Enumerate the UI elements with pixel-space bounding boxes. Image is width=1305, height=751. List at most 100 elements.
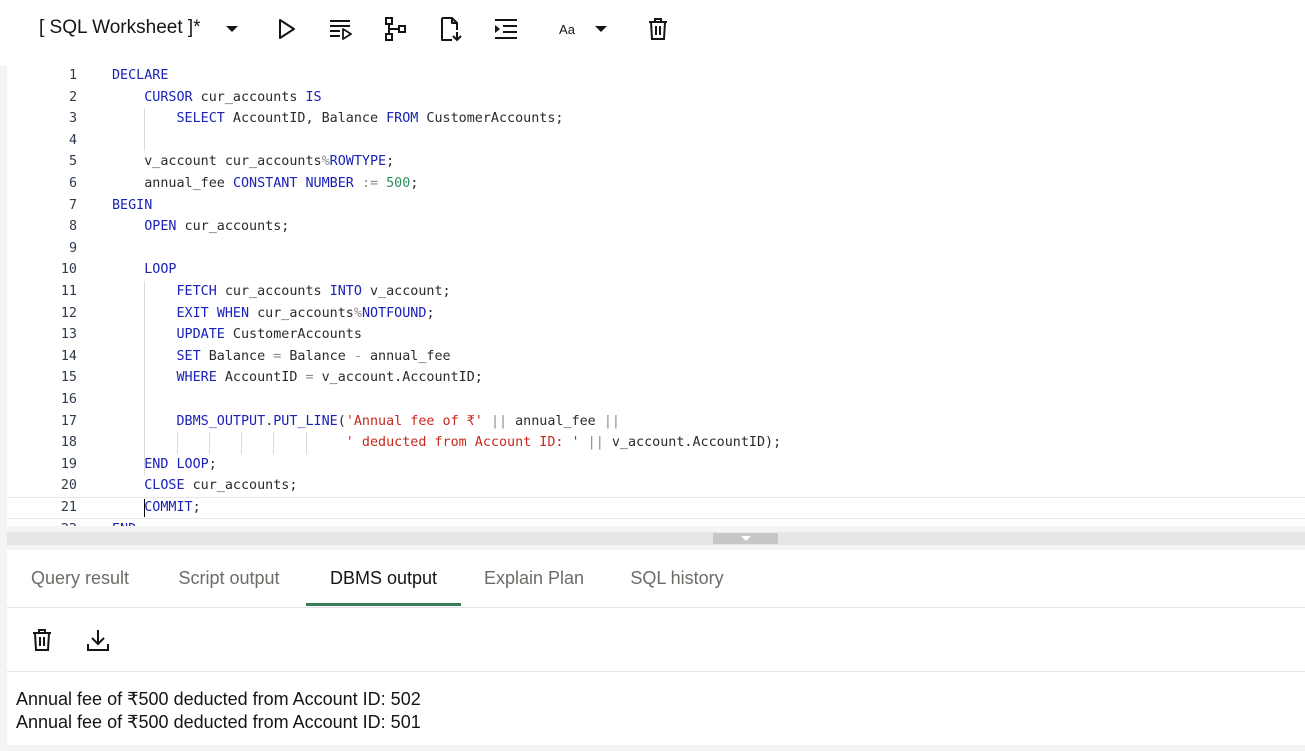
code-line[interactable]: 1 DECLARE [7,66,1305,87]
code-text: SET Balance = Balance - annual_fee [176,348,451,364]
code-text: WHERE AccountID = v_account.AccountID; [176,370,483,386]
dbms-output-line: Annual fee of ₹500 deducted from Account… [16,712,421,732]
dbms-output-line: Annual fee of ₹500 deducted from Account… [16,689,421,709]
autotrace-icon [441,17,462,42]
code-line[interactable]: 12 EXIT WHEN cur_accounts%NOTFOUND; [7,303,1305,325]
code-line[interactable]: 4 [7,130,1305,152]
line-number: 3 [68,111,77,127]
code-line[interactable]: 8 OPEN cur_accounts; [7,216,1305,238]
line-number: 21 [60,500,77,515]
code-line[interactable]: 7 BEGIN [7,195,1305,217]
splitter-handle[interactable] [713,533,778,544]
download-icon [87,630,109,651]
code-text: OPEN cur_accounts; [144,219,290,235]
line-number: 10 [60,262,77,278]
code-text: END; [112,519,144,526]
tab-query-result[interactable]: Query result [25,550,135,606]
tab-explain-plan[interactable]: Explain Plan [479,550,589,606]
code-line[interactable]: 14 SET Balance = Balance - annual_fee [7,346,1305,368]
line-number: 12 [60,305,77,321]
download-output-button[interactable] [83,625,113,655]
line-number: 1 [68,68,77,83]
indent-guide [176,432,178,454]
code-line[interactable]: 10 LOOP [7,259,1305,281]
indent-guide [273,432,275,454]
text-cursor [144,499,146,517]
code-line[interactable]: 19 END LOOP; [7,454,1305,476]
clear-output-button[interactable] [27,625,57,655]
code-line[interactable]: 3 SELECT AccountID, Balance FROM Custome… [7,108,1305,130]
line-number: 20 [60,478,77,494]
code-line[interactable]: 17 DBMS_OUTPUT.PUT_LINE('Annual fee of ₹… [7,411,1305,433]
code-text: FETCH cur_accounts INTO v_account; [176,284,451,299]
explain-plan-button[interactable] [381,14,411,44]
tab-script-output[interactable]: Script output [171,550,287,606]
output-tabs: Query result Script output DBMS output E… [7,550,1305,608]
font-size-chevron-down-icon[interactable] [586,14,616,44]
code-line[interactable]: 5 v_account cur_accounts%ROWTYPE; [7,151,1305,173]
code-text: COMMIT; [144,500,201,515]
code-line[interactable]: 22 END; [7,519,1305,526]
code-line[interactable]: 2 CURSOR cur_accounts IS [7,87,1305,109]
indent-guide [208,432,210,454]
tab-dbms-output[interactable]: DBMS output [306,550,461,606]
worksheet-title: [ SQL Worksheet ]* [39,17,201,38]
line-number: 7 [68,197,77,213]
code-text: v_account cur_accounts%ROWTYPE; [112,154,395,170]
run-icon [279,19,295,39]
format-icon [495,19,517,39]
line-number: 22 [7,519,77,526]
autotrace-button[interactable] [436,14,466,44]
line-number: 4 [68,132,77,148]
format-code-button[interactable] [491,14,521,44]
indent-guide [241,432,243,454]
code-line[interactable]: 9 [7,238,1305,260]
font-size-button[interactable]: Aa [552,14,582,44]
delete-icon [33,629,51,651]
indent-guide [305,432,307,454]
line-number: 16 [60,392,77,407]
indent-guide [144,281,146,476]
line-number: 18 [60,435,77,451]
panel-splitter[interactable] [7,532,1305,545]
code-text: UPDATE CustomerAccounts [176,327,362,343]
trash-icon [649,18,667,40]
code-line[interactable]: 18 ' deducted from Account ID: ' || v_ac… [7,432,1305,454]
code-line[interactable]: 11 FETCH cur_accounts INTO v_account; [7,281,1305,303]
code-text: DBMS_OUTPUT.PUT_LINE('Annual fee of ₹' |… [176,413,620,429]
run-statement-button[interactable] [272,14,302,44]
line-number: 8 [68,219,77,235]
code-line[interactable]: 6 annual_fee CONSTANT NUMBER := 500; [7,173,1305,195]
code-text: annual_fee CONSTANT NUMBER := 500; [112,176,419,191]
line-number: 6 [68,176,77,191]
code-text: ' deducted from Account ID: ' || v_accou… [345,435,782,451]
code-line[interactable]: 21 COMMIT; [7,497,1305,519]
sql-worksheet-app: [ SQL Worksheet ]* Aa 1 DECLARE 2 CURSOR… [0,0,1305,751]
code-line[interactable]: 20 CLOSE cur_accounts; [7,475,1305,497]
code-line[interactable]: 13 UPDATE CustomerAccounts [7,324,1305,346]
line-number: 14 [60,348,77,364]
line-number: 5 [68,154,77,170]
line-number: 15 [60,370,77,386]
chevron-down-icon [740,536,751,541]
code-text: CLOSE cur_accounts; [144,478,298,494]
code-text: SELECT AccountID, Balance FROM CustomerA… [176,111,564,127]
clear-editor-button[interactable] [643,14,673,44]
code-editor[interactable]: 1 DECLARE 2 CURSOR cur_accounts IS 3 SELECT… [7,66,1305,526]
code-text: DECLARE [112,68,169,83]
code-text: END LOOP; [144,456,217,472]
explain-plan-icon [385,17,406,41]
code-text: CURSOR cur_accounts IS [144,89,322,105]
run-script-button[interactable] [326,14,356,44]
code-text: EXIT WHEN cur_accounts%NOTFOUND; [176,305,435,321]
code-line[interactable]: 16 [7,389,1305,411]
indent-guide [144,108,146,152]
code-line[interactable]: 15 WHERE AccountID = v_account.AccountID… [7,367,1305,389]
worksheet-toolbar: [ SQL Worksheet ]* Aa [0,0,1305,67]
code-text: BEGIN [112,197,153,213]
line-number: 13 [60,327,77,343]
code-text: LOOP [144,262,177,278]
line-number: 19 [60,456,77,472]
tab-sql-history[interactable]: SQL history [624,550,730,606]
worksheet-menu-chevron-down-icon[interactable] [217,14,247,44]
